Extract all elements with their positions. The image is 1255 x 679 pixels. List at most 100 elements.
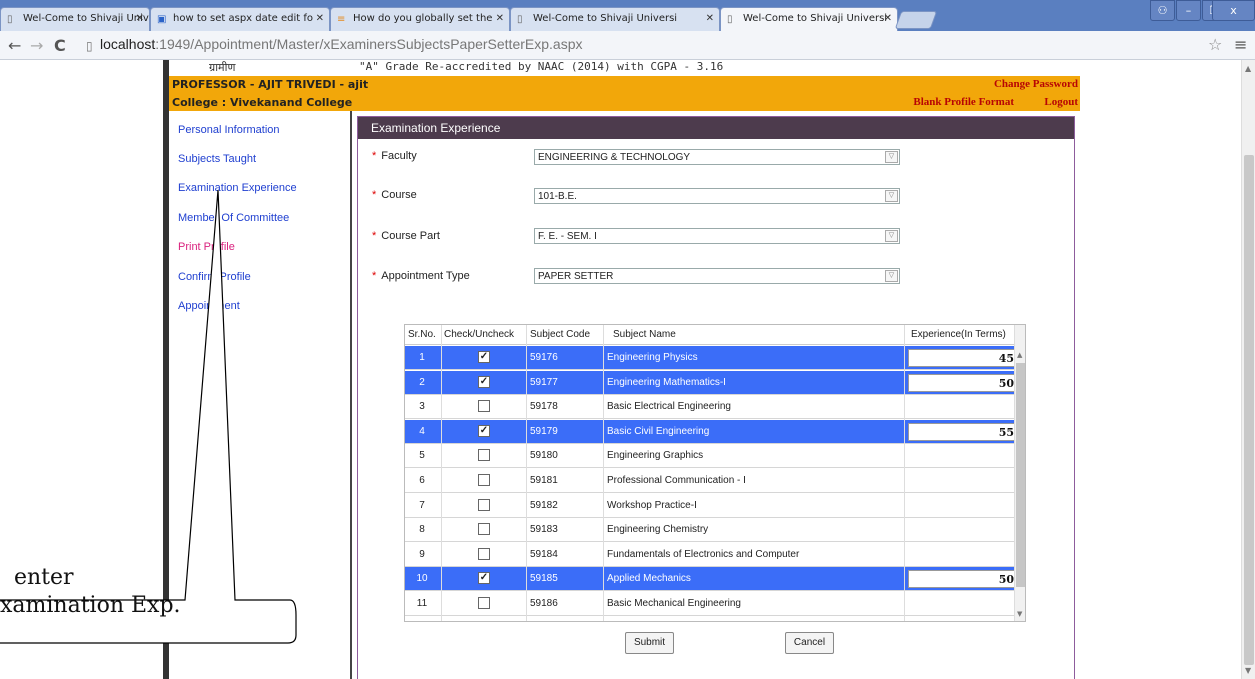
row-checkbox[interactable] [478,523,490,536]
row-srno: 5 [419,450,425,462]
browser-tab[interactable]: ▯ Wel-Come to Shivaji Universi ✕ [0,7,150,31]
grid-scroll-thumb[interactable] [1016,363,1025,587]
browser-tab[interactable]: ▣ how to set aspx date edit fo ✕ [150,7,330,31]
row-srno: 2 [419,376,425,388]
close-icon[interactable]: ✕ [884,13,892,24]
scroll-up-icon[interactable]: ▲ [1245,64,1251,73]
url-field[interactable]: localhost:1949/Appointment/Master/xExami… [100,36,582,52]
row-checkbox[interactable] [478,597,490,609]
row-subject-code: 59178 [530,401,558,413]
row-checkbox[interactable] [478,449,490,462]
experience-input[interactable]: 50 [908,570,1019,589]
row-checkbox[interactable]: ✓ [478,351,490,363]
browser-tab-active[interactable]: ▯ Wel-Come to Shivaji Universi ✕ [720,7,898,31]
close-icon[interactable]: ✕ [136,13,144,24]
sidebar-item-confirm-profile[interactable]: Confirm Profile [178,271,251,283]
faculty-select[interactable]: ENGINEERING & TECHNOLOGY ▽ [534,149,900,165]
experience-input[interactable]: 50 [908,373,1019,392]
row-checkbox[interactable] [478,498,490,511]
row-checkbox[interactable]: ✓ [478,375,490,388]
column-divider [904,325,905,621]
row-srno: 7 [419,499,425,511]
row-srno: 4 [419,425,425,437]
appointment-type-value: PAPER SETTER [538,271,614,282]
row-subject-name: Workshop Practice-I [607,499,697,511]
menu-icon[interactable]: ≡ [1234,35,1247,54]
url-path: :1949/Appointment/Master/xExaminersSubje… [155,36,583,52]
row-subject-name: Basic Civil Engineering [607,425,710,437]
appointment-type-select[interactable]: PAPER SETTER ▽ [534,268,900,284]
table-row[interactable]: 2 ✓ 59177 Engineering Mathematics-I 50 [405,370,1025,395]
row-checkbox[interactable] [478,400,490,413]
experience-input[interactable]: 45 [908,349,1019,367]
close-icon[interactable]: ✕ [316,13,324,24]
page-icon: ▯ [86,39,93,53]
row-checkbox[interactable] [478,547,490,560]
panel-title: Examination Experience [358,117,1074,139]
faculty-label: * Faculty [372,150,417,162]
scroll-down-icon[interactable]: ▼ [1017,610,1022,618]
table-row[interactable]: 3 59178 Basic Electrical Engineering [405,395,1025,420]
callout-line-1: enter [0,565,74,590]
grid-header: Sr.No. Check/Uncheck Subject Code Subjec… [405,325,1025,345]
forward-arrow-icon[interactable]: → [30,36,43,55]
grid-scrollbar[interactable]: ▲ ▼ [1014,325,1025,621]
table-row[interactable]: 4 ✓ 59179 Basic Civil Engineering 55 [405,419,1025,444]
new-tab-button[interactable] [894,11,938,29]
logout-link[interactable]: Logout [1044,96,1078,108]
sidebar-item-personal-information[interactable]: Personal Information [178,124,280,136]
row-srno: 6 [419,475,425,486]
submit-button[interactable]: Submit [625,632,674,654]
course-value: 101-B.E. [538,191,577,202]
table-row[interactable]: 8 59183 Engineering Chemistry [405,518,1025,543]
table-row[interactable]: 11 59186 Basic Mechanical Engineering [405,592,1025,616]
row-checkbox[interactable]: ✓ [478,572,490,585]
table-row[interactable]: 6 59181 Professional Communication - I [405,469,1025,493]
row-srno: 1 [419,352,425,363]
chevron-down-icon: ▽ [885,151,898,163]
row-subject-name: Basic Mechanical Engineering [607,598,741,609]
row-checkbox[interactable]: ✓ [478,424,490,437]
row-checkbox[interactable] [478,474,490,486]
minimize-icon[interactable]: – [1176,0,1201,21]
sidebar-item-member-of-committee[interactable]: Member Of Committee [178,212,289,224]
exam-experience-panel: Examination Experience * Faculty ENGINEER… [357,116,1075,679]
tab-label: how to set aspx date edit fo [173,13,314,24]
reload-icon[interactable]: C [54,36,66,55]
back-arrow-icon[interactable]: ← [8,36,21,55]
subjects-grid: Sr.No. Check/Uncheck Subject Code Subjec… [404,324,1026,622]
close-icon[interactable]: ✕ [496,13,504,24]
table-row[interactable]: 9 59184 Fundamentals of Electronics and Co… [405,543,1025,567]
browser-tab[interactable]: ≡ How do you globally set the ✕ [330,7,510,31]
blank-profile-link[interactable]: Blank Profile Format [913,96,1014,108]
faculty-label-text: Faculty [381,150,417,162]
sidebar-item-examination-experience[interactable]: Examination Experience [178,182,297,194]
close-window-icon[interactable]: x [1212,0,1255,21]
close-icon[interactable]: ✕ [706,13,714,24]
course-part-label-text: Course Part [381,230,440,242]
course-select[interactable]: 101-B.E. ▽ [534,188,900,204]
tab-label: Wel-Come to Shivaji Universi [23,13,149,24]
bookmark-star-icon[interactable]: ☆ [1208,35,1222,54]
main-content: Examination Experience * Faculty ENGINEER… [354,111,1080,679]
row-srno: 11 [416,598,428,609]
user-icon[interactable]: ⚇ [1150,0,1175,21]
page-scroll-thumb[interactable] [1244,155,1254,665]
experience-input[interactable]: 55 [908,422,1019,441]
browser-tab[interactable]: ▯ Wel-Come to Shivaji Universi ✕ [510,7,720,31]
cancel-button[interactable]: Cancel [785,632,834,654]
scroll-up-icon[interactable]: ▲ [1017,351,1022,359]
change-password-link[interactable]: Change Password [994,78,1078,90]
table-row[interactable]: 10 ✓ 59185 Applied Mechanics 50 [405,567,1025,592]
sidebar-item-print-profile[interactable]: Print Profile [178,241,235,253]
table-row[interactable]: 7 59182 Workshop Practice-I [405,494,1025,518]
scroll-down-icon[interactable]: ▼ [1245,666,1251,675]
sidebar-item-appointment[interactable]: Appointment [178,300,240,312]
table-row[interactable]: 5 59180 Engineering Graphics [405,444,1025,469]
table-row[interactable]: 1 ✓ 59176 Engineering Physics 45 [405,346,1025,370]
row-subject-code: 59176 [530,352,558,363]
page-scrollbar[interactable]: ▲ ▼ [1241,60,1255,679]
row-subject-code: 59186 [530,598,558,609]
sidebar-item-subjects-taught[interactable]: Subjects Taught [178,153,256,165]
course-part-select[interactable]: F. E. - SEM. I ▽ [534,228,900,244]
